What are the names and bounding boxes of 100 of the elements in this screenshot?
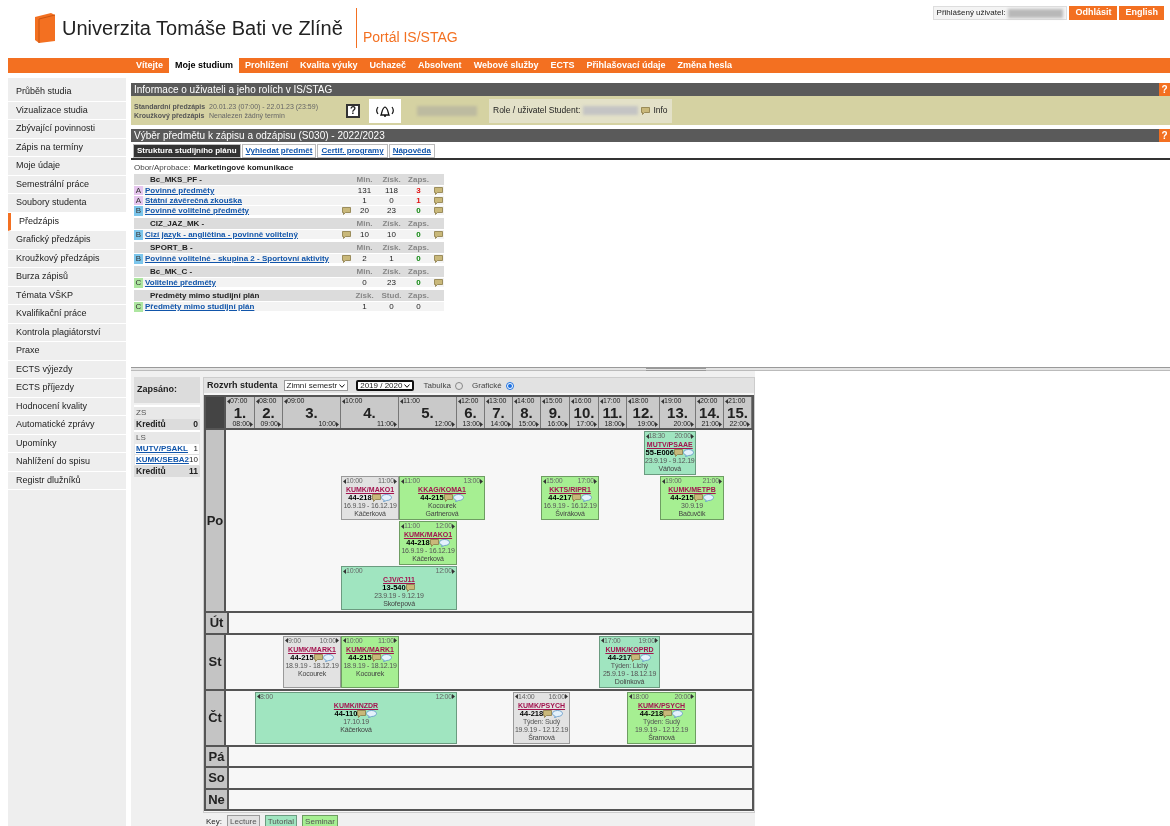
count-value: 118: [384, 184, 399, 197]
sidebar-item[interactable]: Zápis na termíny: [8, 138, 126, 157]
note-icon: [673, 449, 683, 457]
column-header: Min.: [355, 265, 374, 278]
column-header: Zaps.: [407, 173, 430, 186]
sidebar-item[interactable]: Hodnocení kvality: [8, 397, 126, 416]
caret-icon: [401, 523, 404, 529]
group-name: CIZ_JAZ_MK -: [149, 217, 206, 230]
enrolled-title: Zapsáno:: [134, 377, 200, 403]
course-code-link[interactable]: MUTV/PSAKL: [135, 444, 189, 454]
count-value: 0: [388, 300, 395, 313]
caret-icon: [719, 478, 722, 484]
note-icon: [405, 584, 415, 592]
group-name: Bc_MK_C -: [149, 265, 194, 278]
caret-icon: [622, 421, 625, 427]
caret-icon: [285, 638, 288, 643]
slot-number: 1.: [232, 405, 248, 420]
category-letter: A: [134, 195, 143, 206]
note-icon: [631, 653, 641, 662]
sidebar-item[interactable]: ECTS příjezdy: [8, 379, 126, 398]
day-label: So: [206, 768, 229, 788]
column-header: Stud.: [380, 289, 403, 302]
chat-bubble-icon: [452, 494, 464, 502]
slot-number: 2.: [261, 405, 276, 420]
section-title: Výběr předmětu k zápisu a odzápisu (S030) - 2022/2023: [134, 129, 385, 143]
credits-label: Kreditů: [136, 419, 167, 430]
sidebar-item[interactable]: Vizualizace studia: [8, 101, 126, 120]
tab[interactable]: Nápověda: [388, 144, 435, 158]
column-header: Zaps.: [407, 241, 430, 254]
course-group-link[interactable]: Volitelné předměty: [143, 276, 341, 289]
tab[interactable]: Certif. programy: [317, 144, 388, 158]
chat-bubble-icon: [640, 653, 652, 662]
count-value: 10: [386, 228, 397, 241]
sidebar-item[interactable]: ECTS výjezdy: [8, 360, 126, 379]
sidebar-item[interactable]: Nahlížení do spisu: [8, 453, 126, 472]
sidebar-item[interactable]: Kvalifikační práce: [8, 305, 126, 324]
course-group-link[interactable]: Povinné předměty: [143, 184, 341, 197]
credits-label: Kreditů: [136, 466, 167, 477]
course-group-link[interactable]: Státní závěrečná zkouška: [143, 194, 341, 207]
note-icon: [693, 494, 703, 502]
day-label: St: [206, 634, 226, 689]
category-letter: C: [134, 301, 143, 312]
course-group-link[interactable]: Povinně volitelné - skupina 2 - Sportovní aktivity: [143, 252, 341, 265]
sidebar-item[interactable]: Registr dlužníků: [8, 471, 126, 490]
column-header: Min.: [355, 241, 374, 254]
sidebar-item[interactable]: Kontrola plagiátorství: [8, 323, 126, 342]
notification-button[interactable]: [369, 98, 401, 123]
count-value: 23: [386, 276, 397, 289]
note-icon: [433, 230, 443, 239]
sidebar-item[interactable]: Kroužkový předzápis: [8, 249, 126, 268]
enrolled-count: 0: [415, 204, 422, 217]
count-value: 1: [361, 300, 368, 313]
chat-bubble-icon: [702, 494, 714, 502]
tab[interactable]: Struktura studijního plánu: [133, 144, 241, 158]
note-icon: [543, 709, 553, 718]
sidebar-item[interactable]: Moje údaje: [8, 157, 126, 176]
note-icon: [443, 494, 453, 502]
enrolled-count: 0: [415, 252, 422, 265]
course-group-link[interactable]: Předměty mimo studijní plán: [143, 300, 341, 313]
group-name: Předměty mimo studijní plán: [149, 289, 261, 302]
section-title: Informace o uživateli a jeho rolích v IS/STAG: [134, 83, 333, 97]
year-select[interactable]: 2019 / 2020: [356, 380, 415, 391]
sidebar-item[interactable]: Průběh studia: [8, 83, 126, 102]
university-name: Univerzita Tomáše Bati ve Zlíně: [62, 16, 343, 41]
help-button[interactable]: ?: [346, 103, 360, 118]
course-code-link[interactable]: KUMK/SEBA2: [135, 455, 189, 465]
legend-item: Tutorial: [264, 815, 298, 826]
nav-tab[interactable]: Moje studium: [169, 58, 239, 73]
sidebar-item[interactable]: Semestrální práce: [8, 175, 126, 194]
tab[interactable]: Vyhledat předmět: [241, 144, 317, 158]
column-header: Zaps.: [407, 289, 430, 302]
course-group-link[interactable]: Povinně volitelné předměty: [143, 204, 341, 217]
note-icon: [357, 709, 367, 718]
chevron-icon: [339, 383, 346, 388]
caret-icon: [565, 421, 568, 427]
slot-number: 6.: [463, 405, 478, 420]
enrolled-count: 1: [415, 194, 422, 207]
sidebar-item[interactable]: Praxe: [8, 342, 126, 361]
column-header: Získ.: [381, 173, 402, 186]
blurred-user-name: [1008, 8, 1064, 18]
semester-select[interactable]: Zimní semestr: [283, 380, 349, 391]
info-link[interactable]: Info: [653, 104, 668, 117]
splitter-handle[interactable]: [645, 368, 706, 371]
count-value: 131: [356, 184, 373, 197]
sidebar-item[interactable]: Grafický předzápis: [8, 231, 126, 250]
column-header: Získ.: [381, 241, 402, 254]
sidebar-item[interactable]: Automatické zprávy: [8, 416, 126, 435]
caret-icon: [508, 421, 511, 427]
radio-button[interactable]: [505, 381, 514, 390]
sidebar-item[interactable]: Soubory studenta: [8, 194, 126, 213]
caret-icon: [629, 694, 632, 699]
sidebar-item[interactable]: Zbývající povinnosti: [8, 120, 126, 139]
sidebar-item[interactable]: Upomínky: [8, 434, 126, 453]
column-header: Min.: [355, 217, 374, 230]
course-group-link[interactable]: Cizí jazyk - angličtina - povinně volitelný: [143, 228, 341, 241]
sidebar-item[interactable]: Burza zápisů: [8, 268, 126, 287]
note-icon: [313, 653, 323, 662]
caret-icon: [336, 421, 339, 427]
sidebar-item[interactable]: Témata VŠKP: [8, 286, 126, 305]
note-icon: [641, 106, 651, 115]
